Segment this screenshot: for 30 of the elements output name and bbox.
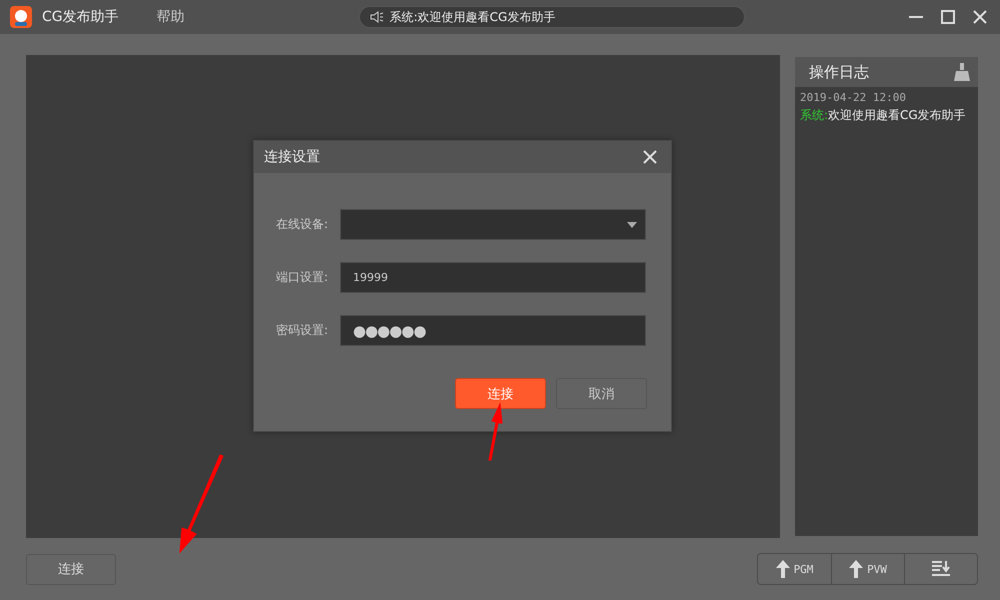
field-label: 端口设置:: [276, 269, 330, 286]
dialog-title: 连接设置: [264, 148, 320, 166]
arrow-up-icon: [776, 560, 790, 578]
connect-button[interactable]: 连接: [455, 378, 546, 409]
list-down-icon: [932, 561, 950, 577]
field-label: 在线设备:: [276, 216, 330, 233]
close-icon: [972, 9, 988, 25]
field-label: 密码设置:: [276, 322, 330, 339]
arrow-up-icon: [849, 560, 864, 578]
notice-text: 系统:欢迎使用趣看CG发布助手: [390, 8, 556, 26]
dropdown-icon: [627, 222, 637, 228]
minimize-icon: [908, 16, 924, 18]
close-button[interactable]: [641, 148, 659, 166]
annotation-arrow: [488, 402, 503, 460]
app-title: CG发布助手: [42, 8, 119, 26]
cancel-button[interactable]: 取消: [556, 378, 647, 409]
port-field[interactable]: 19999: [340, 262, 646, 293]
menu-item[interactable]: 帮助: [156, 8, 185, 26]
log-message: 系统:欢迎使用趣看CG发布助手: [800, 107, 967, 124]
log-time: 2019-04-22 12:00: [800, 91, 907, 104]
maximize-icon: [940, 9, 956, 25]
app-logo: [10, 6, 32, 28]
connect-button[interactable]: 连接: [26, 554, 116, 584]
maximize-button[interactable]: [938, 7, 958, 27]
speaker-icon: [370, 11, 384, 23]
password-field[interactable]: ●●●●●●: [340, 315, 646, 346]
close-icon: [643, 150, 657, 164]
sort-button[interactable]: [904, 554, 977, 584]
broom-icon[interactable]: [952, 61, 972, 83]
log-title: 操作日志: [809, 62, 869, 82]
